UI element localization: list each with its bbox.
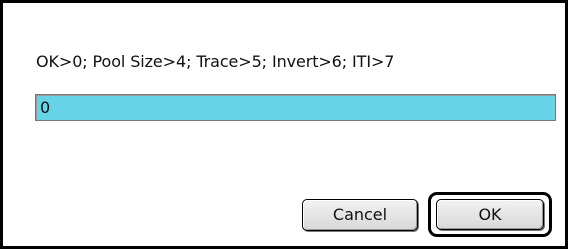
value-input-text: 0: [40, 98, 51, 117]
ok-button[interactable]: OK: [436, 199, 544, 230]
cancel-button[interactable]: Cancel: [302, 199, 418, 231]
prompt-text: OK>0; Pool Size>4; Trace>5; Invert>6; IT…: [36, 52, 395, 71]
dialog-window: OK>0; Pool Size>4; Trace>5; Invert>6; IT…: [0, 0, 568, 249]
value-input[interactable]: 0: [35, 94, 556, 121]
